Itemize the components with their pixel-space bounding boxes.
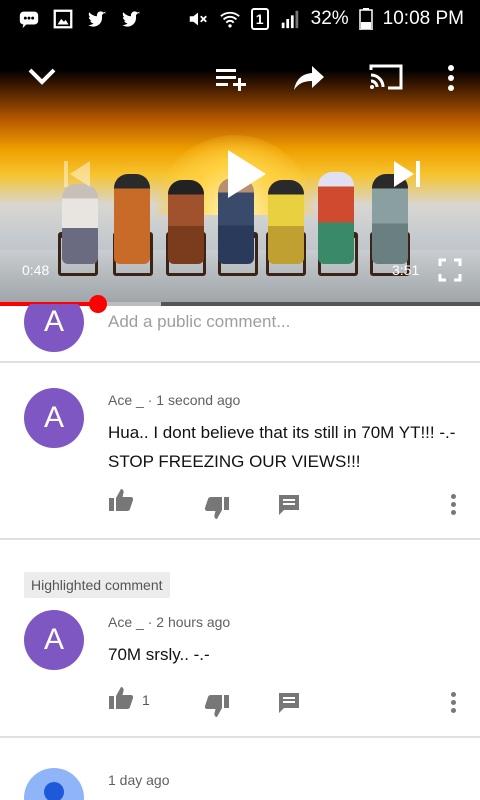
reply-icon[interactable]: [278, 494, 300, 516]
add-comment-input[interactable]: Add a public comment...: [108, 312, 290, 332]
share-icon[interactable]: [292, 64, 326, 92]
previous-icon[interactable]: [62, 158, 92, 190]
comment-avatar[interactable]: A: [24, 388, 84, 448]
sim-icon: 1: [250, 8, 269, 30]
add-to-queue-icon[interactable]: [214, 66, 248, 92]
comment-more-icon[interactable]: [451, 494, 457, 518]
divider: [0, 736, 480, 738]
next-icon[interactable]: [392, 158, 422, 190]
cast-icon[interactable]: [368, 62, 404, 92]
dislike-icon[interactable]: [204, 496, 230, 520]
comment-avatar[interactable]: [24, 768, 84, 800]
divider: [0, 361, 480, 363]
wifi-icon: [219, 11, 240, 28]
video-figure: [168, 180, 204, 264]
like-icon[interactable]: [108, 488, 134, 512]
seek-thumb[interactable]: [89, 295, 108, 313]
comment-text: Hua.. I dont believe that its still in 7…: [108, 423, 456, 471]
reply-icon[interactable]: [278, 692, 300, 714]
battery-percent: 32%: [310, 8, 349, 29]
comment-meta: Ace _ · 2 hours ago: [108, 614, 231, 630]
signal-icon: [281, 10, 298, 29]
current-time: 0:48: [22, 262, 50, 278]
status-bar: 1 32% 10:08 PM: [0, 0, 480, 40]
video-figure: [114, 174, 150, 264]
duration: 3:51: [392, 262, 420, 278]
highlighted-comment-badge: Highlighted comment: [24, 572, 170, 598]
play-icon[interactable]: [224, 148, 268, 200]
clock: 10:08 PM: [382, 8, 464, 29]
collapse-icon[interactable]: [26, 64, 58, 88]
more-icon[interactable]: [446, 64, 456, 92]
video-figure: [318, 172, 354, 264]
system-icons: 1 32% 10:08 PM: [187, 8, 464, 30]
video-figure: [62, 184, 98, 264]
dislike-icon[interactable]: [204, 694, 230, 718]
comment-time: 1 day ago: [108, 772, 170, 788]
comment-time: 2 hours ago: [156, 614, 231, 630]
mute-icon: [189, 12, 207, 26]
comment-text: 70M srsly.. -.-: [108, 645, 210, 664]
fullscreen-icon[interactable]: [438, 258, 462, 282]
notification-icons: [18, 8, 142, 30]
comment-meta: Ace _ · 1 second ago: [108, 392, 241, 408]
twitter-icon: [88, 11, 107, 27]
like-count: 1: [142, 692, 150, 708]
twitter-icon: [122, 11, 141, 27]
divider: [0, 538, 480, 540]
battery-icon: [358, 8, 373, 30]
video-figure: [268, 180, 304, 264]
comment-avatar[interactable]: A: [24, 610, 84, 670]
comment-more-icon[interactable]: [451, 692, 457, 716]
like-icon[interactable]: [108, 686, 134, 710]
comment-time: 1 second ago: [156, 392, 241, 408]
video-player[interactable]: 0:48 3:51: [0, 40, 480, 304]
comment-author[interactable]: Ace _: [108, 614, 144, 630]
avatar-dot: [44, 782, 64, 800]
messages-icon: [19, 11, 39, 29]
comment-author[interactable]: Ace _: [108, 392, 144, 408]
gallery-icon: [53, 9, 73, 29]
